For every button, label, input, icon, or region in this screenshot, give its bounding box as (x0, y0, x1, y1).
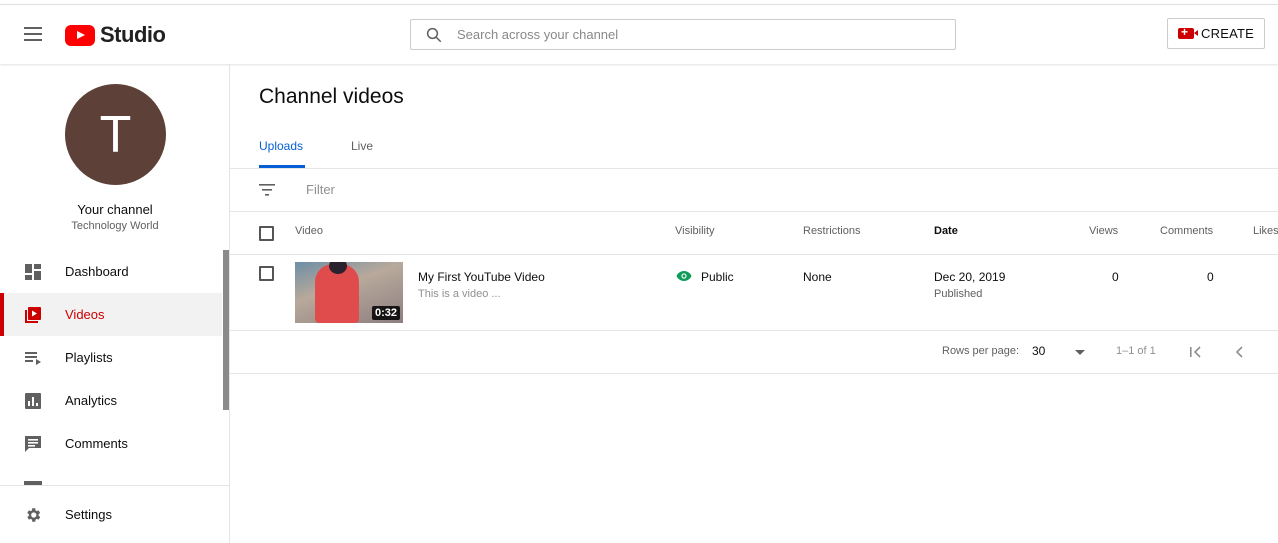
video-duration: 0:32 (371, 306, 400, 320)
channel-name: Technology World (71, 220, 159, 232)
column-header-comments[interactable]: Comments (1160, 225, 1213, 237)
column-header-video[interactable]: Video (295, 225, 323, 237)
filter-input[interactable] (306, 182, 906, 197)
date-status: Published (934, 288, 983, 300)
eye-icon (676, 271, 692, 281)
youtube-logo-icon (65, 24, 95, 46)
logo-text: Studio (100, 22, 166, 47)
create-button[interactable]: CREATE (1167, 18, 1265, 49)
main-content: Channel videos Uploads Live Video Visibi… (230, 65, 1278, 543)
pager-divider (230, 373, 1278, 374)
sidebar-item-label: Settings (65, 507, 112, 522)
gear-icon (27, 507, 41, 522)
filter-divider (230, 211, 1278, 212)
header-divider (230, 254, 1278, 255)
dashboard-icon (25, 263, 41, 280)
visibility-value[interactable]: Public (701, 270, 734, 284)
chevron-down-icon[interactable] (1075, 350, 1085, 355)
menu-icon[interactable] (24, 27, 42, 41)
column-header-views[interactable]: Views (1089, 225, 1118, 237)
sidebar-scrollbar[interactable] (223, 250, 229, 410)
channel-avatar[interactable]: T (65, 84, 166, 185)
restrictions-value: None (803, 270, 832, 284)
sidebar-item-label: Dashboard (65, 264, 129, 279)
column-header-likes[interactable]: Likes (1253, 225, 1278, 237)
video-description: This is a video ... (418, 288, 501, 300)
comments-icon (25, 435, 41, 452)
sidebar-item-label: Comments (65, 436, 128, 451)
tab-live[interactable]: Live (351, 139, 373, 153)
avatar-letter: T (99, 105, 132, 164)
tab-uploads[interactable]: Uploads (259, 139, 303, 153)
column-header-restrictions[interactable]: Restrictions (803, 225, 860, 237)
videos-icon (25, 306, 41, 323)
search-box[interactable] (410, 19, 956, 50)
sidebar-item-analytics[interactable]: Analytics (0, 379, 222, 422)
row-divider (230, 330, 1278, 331)
analytics-icon (25, 392, 41, 409)
search-input[interactable] (457, 27, 927, 42)
sidebar-item-settings[interactable]: Settings (0, 493, 222, 536)
sidebar-item-label: Videos (65, 307, 105, 322)
video-title[interactable]: My First YouTube Video (418, 270, 545, 284)
top-bar: Studio CREATE (0, 4, 1278, 64)
sidebar-item-label: Playlists (65, 350, 113, 365)
sidebar-item-dashboard[interactable]: Dashboard (0, 250, 222, 293)
first-page-icon[interactable] (1188, 344, 1204, 360)
tabs-divider (230, 168, 1278, 169)
page-title: Channel videos (259, 85, 404, 108)
create-video-icon (1178, 25, 1199, 39)
sidebar-item-videos[interactable]: Videos (0, 293, 222, 336)
pagination-range: 1–1 of 1 (1116, 345, 1156, 357)
rows-per-page-label: Rows per page: (942, 345, 1020, 357)
sidebar: T Your channel Technology World Dashboar… (0, 65, 230, 543)
create-button-label: CREATE (1201, 26, 1254, 41)
studio-logo[interactable]: Studio (65, 21, 166, 49)
previous-page-icon[interactable] (1232, 344, 1248, 360)
sidebar-item-comments[interactable]: Comments (0, 422, 222, 465)
column-header-date[interactable]: Date (934, 225, 958, 237)
select-all-checkbox[interactable] (259, 226, 274, 241)
column-header-visibility[interactable]: Visibility (675, 225, 715, 237)
playlists-icon (25, 351, 41, 365)
sidebar-item-label: Analytics (65, 393, 118, 408)
row-checkbox[interactable] (259, 266, 274, 281)
search-icon (426, 27, 442, 42)
channel-label: Your channel (77, 202, 153, 217)
rows-per-page-select[interactable]: 30 (1032, 344, 1045, 358)
date-value: Dec 20, 2019 (934, 270, 1006, 284)
views-value: 0 (1112, 270, 1119, 284)
comments-value: 0 (1207, 270, 1214, 284)
sidebar-item-playlists[interactable]: Playlists (0, 336, 222, 379)
video-thumbnail[interactable]: 0:32 (295, 262, 403, 323)
filter-icon[interactable] (259, 184, 275, 196)
sidebar-divider (0, 485, 229, 486)
